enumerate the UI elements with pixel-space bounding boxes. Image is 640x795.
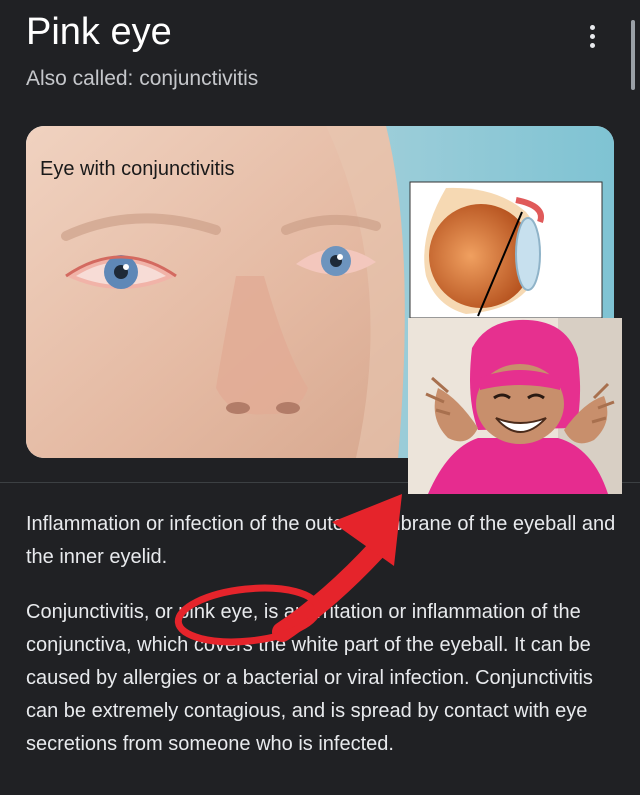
pink-hood-meme-photo (408, 318, 622, 494)
more-options-button[interactable] (578, 18, 606, 54)
page-title: Pink eye (26, 11, 172, 53)
long-description: Conjunctivitis, or pink eye, is an irrit… (26, 601, 593, 755)
short-description: Inflammation or infection of the outer m… (26, 513, 616, 568)
page-subtitle: Also called: conjunctivitis (26, 67, 259, 90)
image-caption: Eye with conjunctivitis (40, 158, 235, 180)
more-vert-icon (589, 24, 595, 30)
scrollbar[interactable] (631, 20, 635, 90)
